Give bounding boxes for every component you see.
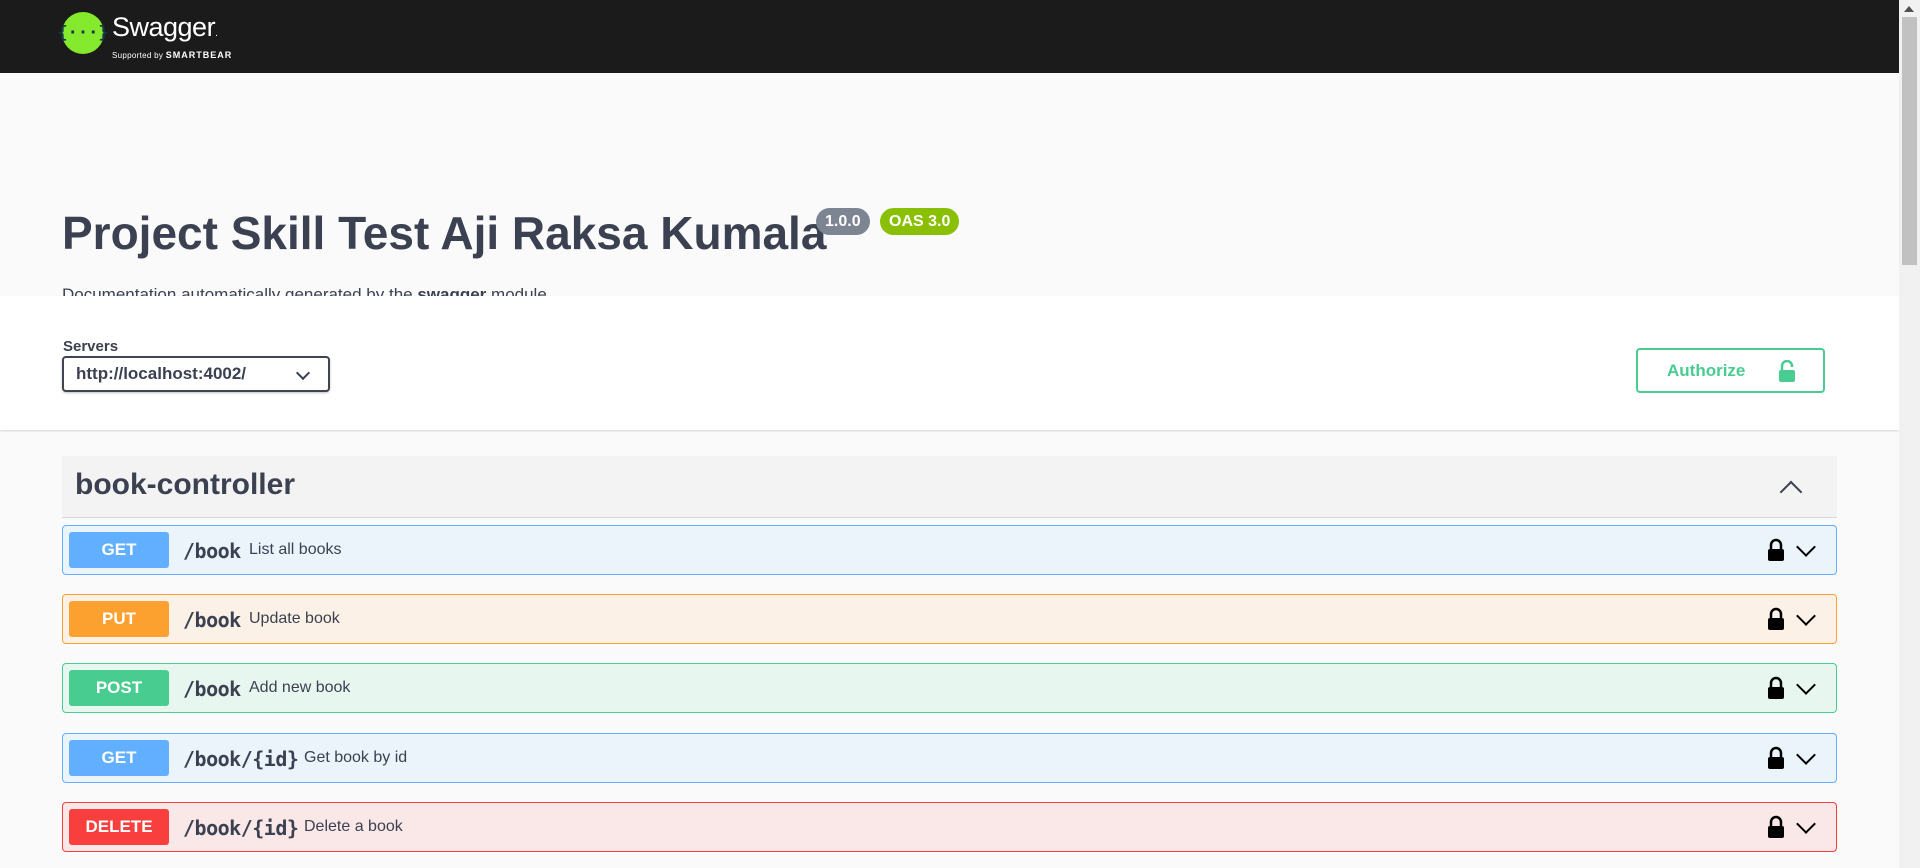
authorize-label: Authorize	[1667, 361, 1746, 380]
logo-tm: .	[215, 28, 218, 39]
vertical-scrollbar[interactable]	[1899, 0, 1920, 868]
version-badge: 1.0.0	[816, 208, 870, 235]
swagger-logo-icon: {···}	[57, 12, 109, 54]
server-select[interactable]: http://localhost:4002/	[62, 356, 330, 392]
operation-summary: Get book by id	[304, 749, 408, 766]
authorize-button[interactable]: Authorize	[1636, 348, 1825, 393]
servers-label: Servers	[63, 338, 119, 355]
swagger-ui: {···} Swagger. Supported by SMARTBEAR Pr…	[0, 0, 1899, 868]
chevron-up-icon[interactable]	[1779, 480, 1803, 504]
servers-section: Servers http://localhost:4002/ Authorize	[0, 296, 1899, 430]
lock-icon[interactable]	[1766, 676, 1786, 700]
operation-summary: Add new book	[249, 679, 351, 696]
operation-summary: Delete a book	[304, 818, 403, 835]
swagger-logo-text: Swagger. Supported by SMARTBEAR	[112, 12, 232, 60]
operation-path: /book/{id}	[183, 816, 299, 840]
lock-icon[interactable]	[1766, 746, 1786, 770]
chevron-down-icon[interactable]	[1796, 606, 1816, 626]
chevron-down-icon[interactable]	[1796, 675, 1816, 695]
api-title: Project Skill Test Aji Raksa Kumala	[62, 207, 827, 259]
topbar: {···} Swagger. Supported by SMARTBEAR	[0, 0, 1899, 73]
chevron-down-icon	[295, 365, 311, 381]
chevron-down-icon[interactable]	[1796, 814, 1816, 834]
tag-book-controller[interactable]: book-controller	[62, 456, 1837, 518]
oas-badge: OAS 3.0	[880, 208, 960, 235]
method-badge: DELETE	[69, 809, 169, 845]
lock-icon[interactable]	[1766, 607, 1786, 631]
method-badge: POST	[69, 670, 169, 706]
operation-summary: Update book	[249, 610, 340, 627]
method-badge: GET	[69, 740, 169, 776]
tag-name: book-controller	[75, 468, 296, 501]
swagger-logo[interactable]: {···} Swagger. Supported by SMARTBEAR	[57, 12, 232, 60]
logo-name-text: Swagger	[112, 12, 216, 42]
server-select-value: http://localhost:4002/	[76, 364, 247, 383]
operation-summary: List all books	[249, 541, 342, 558]
scrollbar-thumb[interactable]	[1902, 17, 1917, 265]
operation-path: /book	[183, 608, 241, 632]
chevron-down-icon[interactable]	[1796, 745, 1816, 765]
lock-icon[interactable]	[1766, 538, 1786, 562]
scroll-up-arrow-icon[interactable]	[1904, 6, 1914, 12]
operation-put-book[interactable]: PUT /book Update book	[62, 594, 1837, 644]
operation-path: /book	[183, 677, 241, 701]
unlock-icon	[1779, 360, 1795, 382]
chevron-down-icon[interactable]	[1796, 537, 1816, 557]
operation-get-book[interactable]: GET /book List all books	[62, 525, 1837, 575]
method-badge: PUT	[69, 601, 169, 637]
logo-subtitle: Supported by SMARTBEAR	[112, 50, 232, 60]
operation-path: /book	[183, 539, 241, 563]
method-badge: GET	[69, 532, 169, 568]
logo-supported-text: Supported by	[112, 51, 164, 60]
operation-post-book[interactable]: POST /book Add new book	[62, 663, 1837, 713]
logo-company-text: SMARTBEAR	[165, 50, 233, 60]
operation-path: /book/{id}	[183, 747, 299, 771]
operation-delete-book-id[interactable]: DELETE /book/{id} Delete a book	[62, 802, 1837, 852]
logo-name: Swagger.	[112, 12, 232, 49]
lock-icon[interactable]	[1766, 815, 1786, 839]
api-info: Project Skill Test Aji Raksa Kumala 1.0.…	[0, 73, 1899, 304]
operation-get-book-id[interactable]: GET /book/{id} Get book by id	[62, 733, 1837, 783]
